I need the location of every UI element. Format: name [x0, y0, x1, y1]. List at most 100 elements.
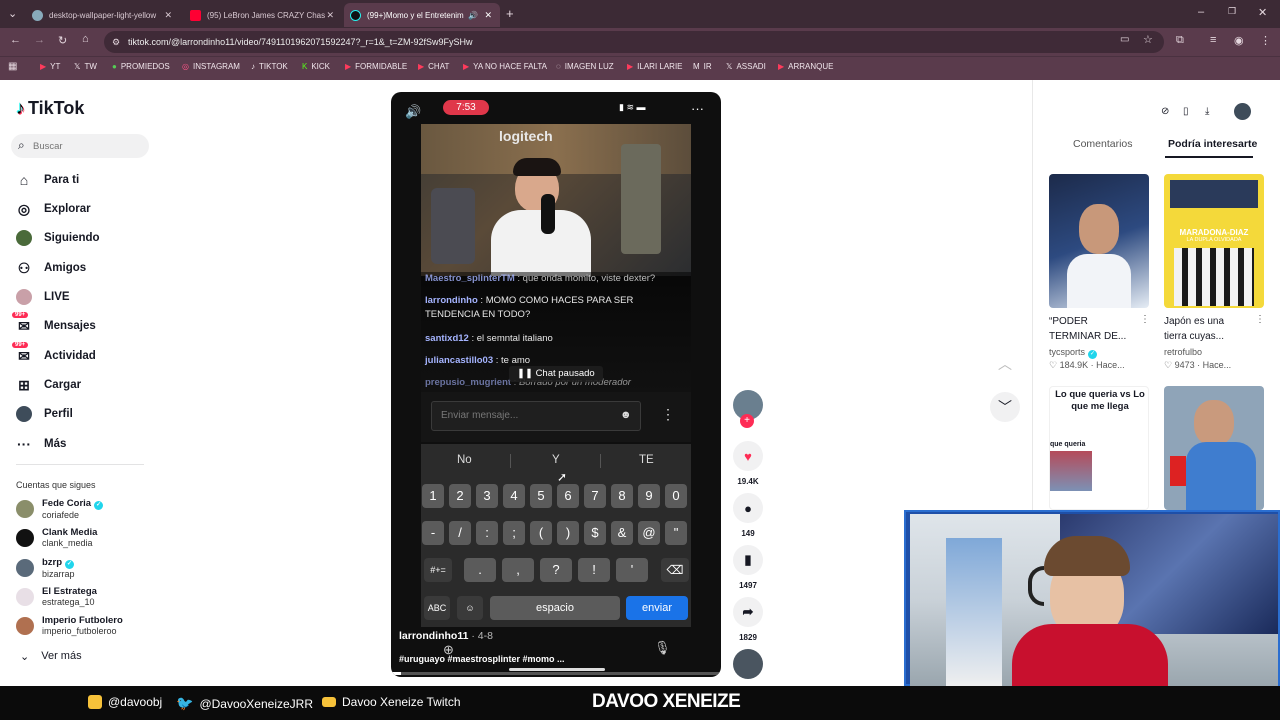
number-key[interactable]: 7	[584, 484, 606, 508]
bookmark-arranque[interactable]: ▶ ARRANQUE	[778, 62, 834, 71]
card-user[interactable]: retrofulbo	[1164, 347, 1202, 357]
symbol-key[interactable]: $	[584, 521, 606, 545]
account-imperio-futbolero[interactable]: Imperio Futbolero imperio_futboleroo	[16, 615, 123, 636]
tab-1[interactable]: desktop-wallpaper-light-yellow ✕	[26, 3, 180, 27]
user-avatar[interactable]	[1234, 103, 1251, 120]
number-key[interactable]: 9	[638, 484, 660, 508]
autoscroll-icon[interactable]: ⊘	[1161, 106, 1169, 117]
more-options-icon[interactable]: ⋮	[1255, 314, 1265, 325]
symbol-key[interactable]: ;	[503, 521, 525, 545]
comment-button[interactable]: ● 149	[733, 493, 763, 538]
extensions-icon[interactable]: ⧉	[1176, 34, 1184, 47]
number-key[interactable]: 5	[530, 484, 552, 508]
number-key[interactable]: 4	[503, 484, 525, 508]
sound-disc[interactable]	[733, 649, 763, 679]
bookmark-promiedos[interactable]: ● PROMIEDOS	[112, 62, 170, 71]
symbol-key[interactable]: "	[665, 521, 687, 545]
number-key[interactable]: 0	[665, 484, 687, 508]
card-title[interactable]: Japón es una tierra cuyas...	[1164, 314, 1249, 344]
nav-live[interactable]: LIVE	[16, 289, 70, 305]
more-options-icon[interactable]: ⋮	[661, 406, 675, 423]
bookmark-ir[interactable]: M IR	[693, 62, 712, 71]
video-player[interactable]: 🔊 7:53 ▮ ≋ ▬ ··· logitech Maestro_splint…	[391, 92, 721, 677]
suggested-video-card[interactable]: Lo que queria vs Lo que me llega que que…	[1049, 386, 1149, 510]
bookmark-assadi[interactable]: 𝕏 ASSADI	[726, 62, 766, 71]
suggestion[interactable]: TE	[639, 454, 654, 466]
nav-cargar[interactable]: ⊞ Cargar	[16, 377, 81, 393]
save-button[interactable]: ▮ 1497	[733, 545, 763, 590]
space-key[interactable]: espacio	[490, 596, 620, 620]
bookmark-instagram[interactable]: ◎ INSTAGRAM	[182, 62, 240, 71]
send-key[interactable]: enviar	[626, 596, 688, 620]
abc-key[interactable]: ABC	[424, 596, 450, 620]
previous-video-icon[interactable]: ︿	[998, 354, 1012, 374]
cast-icon[interactable]: ▭	[1120, 34, 1129, 45]
symbol-key[interactable]: /	[449, 521, 471, 545]
reload-icon[interactable]: ↻	[58, 34, 67, 47]
globe-icon[interactable]: ⊕	[443, 642, 454, 658]
number-key[interactable]: 6	[557, 484, 579, 508]
volume-icon[interactable]: 🔊	[405, 104, 421, 120]
progress-track[interactable]	[391, 672, 721, 675]
video-caption[interactable]: #uruguayo #maestrosplinter #momo ...	[399, 654, 565, 664]
close-icon[interactable]: ✕	[484, 10, 492, 21]
url-input[interactable]: ⚙ tiktok.com/@larrondinho11/video/749110…	[104, 31, 1164, 53]
nav-amigos[interactable]: ⚇ Amigos	[16, 260, 86, 276]
punctuation-key[interactable]: ?	[540, 558, 572, 582]
next-video-icon[interactable]: ﹀	[990, 392, 1020, 422]
bookmark-chat[interactable]: ▶ CHAT	[418, 62, 449, 71]
back-icon[interactable]: ←	[10, 34, 21, 46]
punctuation-key[interactable]: ,	[502, 558, 534, 582]
search-bar[interactable]: ⌕	[11, 134, 149, 158]
suggestion[interactable]: No	[457, 454, 472, 466]
tab-2[interactable]: (95) LeBron James CRAZY Chas ✕	[184, 3, 342, 27]
emoji-key[interactable]: ☺	[457, 596, 483, 620]
nav-mensajes[interactable]: ✉ 99+ Mensajes	[12, 312, 96, 334]
emoji-icon[interactable]: ☻	[620, 409, 632, 421]
bookmark-tw[interactable]: 𝕏 TW	[74, 62, 97, 71]
bookmark-kick[interactable]: K KICK	[302, 62, 330, 71]
bookmark-ilari-larie[interactable]: ▶ ILARI LARIE	[627, 62, 683, 71]
nav-siguiendo[interactable]: Siguiendo	[16, 230, 100, 246]
like-button[interactable]: ♥ 19.4K	[733, 441, 763, 486]
number-key[interactable]: 1	[422, 484, 444, 508]
nav-explorar[interactable]: ◎ Explorar	[16, 201, 91, 217]
symbol-key[interactable]: &	[611, 521, 633, 545]
microphone-icon[interactable]: 🎙	[654, 640, 671, 656]
device-icon[interactable]: ▯	[1183, 106, 1189, 117]
symbol-key[interactable]: @	[638, 521, 660, 545]
message-input[interactable]: Enviar mensaje... ☻	[431, 401, 641, 431]
more-options-icon[interactable]: ···	[691, 101, 704, 116]
more-options-icon[interactable]: ⋮	[1140, 314, 1150, 325]
bookmark-imagen-luz[interactable]: ◌ IMAGEN LUZ	[556, 62, 614, 71]
minimize-icon[interactable]: –	[1198, 6, 1204, 18]
tab-comentarios[interactable]: Comentarios	[1073, 138, 1133, 150]
reading-list-icon[interactable]: ≡	[1210, 34, 1216, 46]
speaker-icon[interactable]: 🔊	[468, 11, 478, 20]
nav-actividad[interactable]: ✉ 99+ Actividad	[12, 342, 96, 364]
nav-para-ti[interactable]: ⌂ Para ti	[16, 172, 79, 188]
card-title[interactable]: “PODER TERMINAR DE...	[1049, 314, 1134, 344]
suggested-video-card[interactable]	[1049, 174, 1149, 308]
punctuation-key[interactable]: '	[616, 558, 648, 582]
nav-mas[interactable]: ··· Más	[16, 436, 66, 452]
search-input[interactable]	[33, 138, 143, 154]
home-icon[interactable]: ⌂	[82, 33, 89, 45]
tab-3[interactable]: (99+)Momo y el Entretenim 🔊 ✕	[344, 3, 500, 27]
number-key[interactable]: 8	[611, 484, 633, 508]
new-tab-icon[interactable]: +	[506, 6, 514, 21]
card-user[interactable]: tycsports ✓	[1049, 347, 1098, 359]
nav-perfil[interactable]: Perfil	[16, 406, 73, 422]
see-more-button[interactable]: ⌄ Ver más	[20, 650, 82, 663]
tiktok-logo[interactable]: ♪ TikTok	[16, 98, 84, 119]
tab-search-icon[interactable]: ⌄	[8, 7, 17, 20]
forward-icon[interactable]: →	[34, 34, 45, 46]
symbol-key[interactable]: :	[476, 521, 498, 545]
suggested-video-card[interactable]	[1164, 386, 1264, 510]
chat-paused-indicator[interactable]: ❚❚ Chat pausado	[509, 366, 603, 382]
suggestion[interactable]: Y	[552, 454, 560, 466]
window-close-icon[interactable]: ✕	[1258, 6, 1267, 19]
apps-icon[interactable]: ▦	[8, 61, 17, 72]
bookmark-tiktok[interactable]: ♪ TIKTOK	[251, 62, 288, 71]
bookmark-ya-no-hace-falta[interactable]: ▶ YA NO HACE FALTA	[463, 62, 547, 71]
